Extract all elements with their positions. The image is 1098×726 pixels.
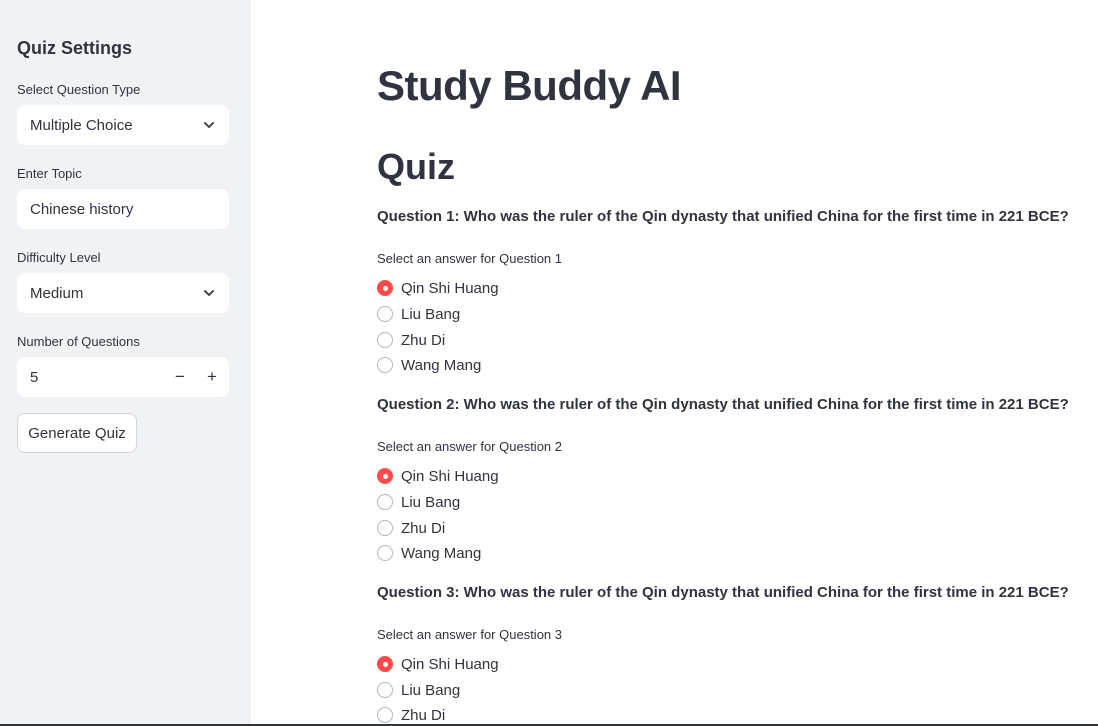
num-questions-label: Number of Questions [17,334,140,349]
question-3-prompt: Select an answer for Question 3 [377,627,562,642]
question-1-prompt: Select an answer for Question 1 [377,251,562,266]
question-3-option-2[interactable]: Liu Bang [377,680,460,700]
question-3-option-1[interactable]: Qin Shi Huang [377,654,499,674]
question-1-option-2[interactable]: Liu Bang [377,304,460,324]
option-label: Zhu Di [401,331,446,349]
question-2-prompt: Select an answer for Question 2 [377,439,562,454]
option-label: Liu Bang [401,681,461,699]
option-label: Wang Mang [401,356,482,374]
sidebar: Quiz Settings Select Question Type Multi… [0,0,251,726]
question-2-option-1[interactable]: Qin Shi Huang [377,466,499,486]
radio-icon[interactable] [377,494,393,510]
option-label: Liu Bang [401,493,461,511]
increment-button[interactable]: + [196,357,228,397]
question-2-option-2[interactable]: Liu Bang [377,492,460,512]
generate-quiz-button[interactable]: Generate Quiz [17,413,137,453]
radio-selected-icon[interactable] [377,468,393,484]
radio-selected-icon[interactable] [377,656,393,672]
sidebar-title: Quiz Settings [17,38,133,58]
question-3-text: Question 3: Who was the ruler of the Qin… [377,584,1069,601]
option-label: Qin Shi Huang [401,279,499,297]
radio-icon[interactable] [377,682,393,698]
question-type-label: Select Question Type [17,82,141,97]
quiz-heading: Quiz [377,146,455,187]
question-1-option-1[interactable]: Qin Shi Huang [377,278,499,298]
difficulty-label: Difficulty Level [17,250,101,265]
question-1-option-4[interactable]: Wang Mang [377,355,481,375]
option-label: Zhu Di [401,706,446,724]
topic-input[interactable]: Chinese history [17,189,229,229]
question-2-option-3[interactable]: Zhu Di [377,518,445,538]
num-questions-stepper: 5 − + [17,357,229,397]
question-type-value: Multiple Choice [30,116,133,134]
option-label: Wang Mang [401,544,482,562]
radio-icon[interactable] [377,707,393,723]
radio-icon[interactable] [377,520,393,536]
question-2-text: Question 2: Who was the ruler of the Qin… [377,396,1069,413]
difficulty-value: Medium [30,284,84,302]
topic-value: Chinese history [30,200,134,218]
num-questions-value[interactable]: 5 [30,369,38,386]
option-label: Zhu Di [401,519,446,537]
option-label: Qin Shi Huang [401,467,499,485]
option-label: Qin Shi Huang [401,655,499,673]
question-1-option-3[interactable]: Zhu Di [377,330,445,350]
radio-icon[interactable] [377,545,393,561]
radio-icon[interactable] [377,357,393,373]
difficulty-select[interactable]: Medium [17,273,229,313]
main-content: Study Buddy AI Quiz Question 1: Who was … [251,0,1098,726]
decrement-button[interactable]: − [164,357,196,397]
radio-icon[interactable] [377,332,393,348]
page-title: Study Buddy AI [377,62,682,109]
question-type-select[interactable]: Multiple Choice [17,105,229,145]
app-window: Quiz Settings Select Question Type Multi… [0,0,1098,726]
question-3-option-3[interactable]: Zhu Di [377,705,445,725]
question-1-text: Question 1: Who was the ruler of the Qin… [377,208,1069,225]
radio-selected-icon[interactable] [377,280,393,296]
question-2-option-4[interactable]: Wang Mang [377,543,481,563]
option-label: Liu Bang [401,305,461,323]
radio-icon[interactable] [377,306,393,322]
chevron-down-icon [204,290,214,296]
chevron-down-icon [204,122,214,128]
topic-label: Enter Topic [17,166,82,181]
